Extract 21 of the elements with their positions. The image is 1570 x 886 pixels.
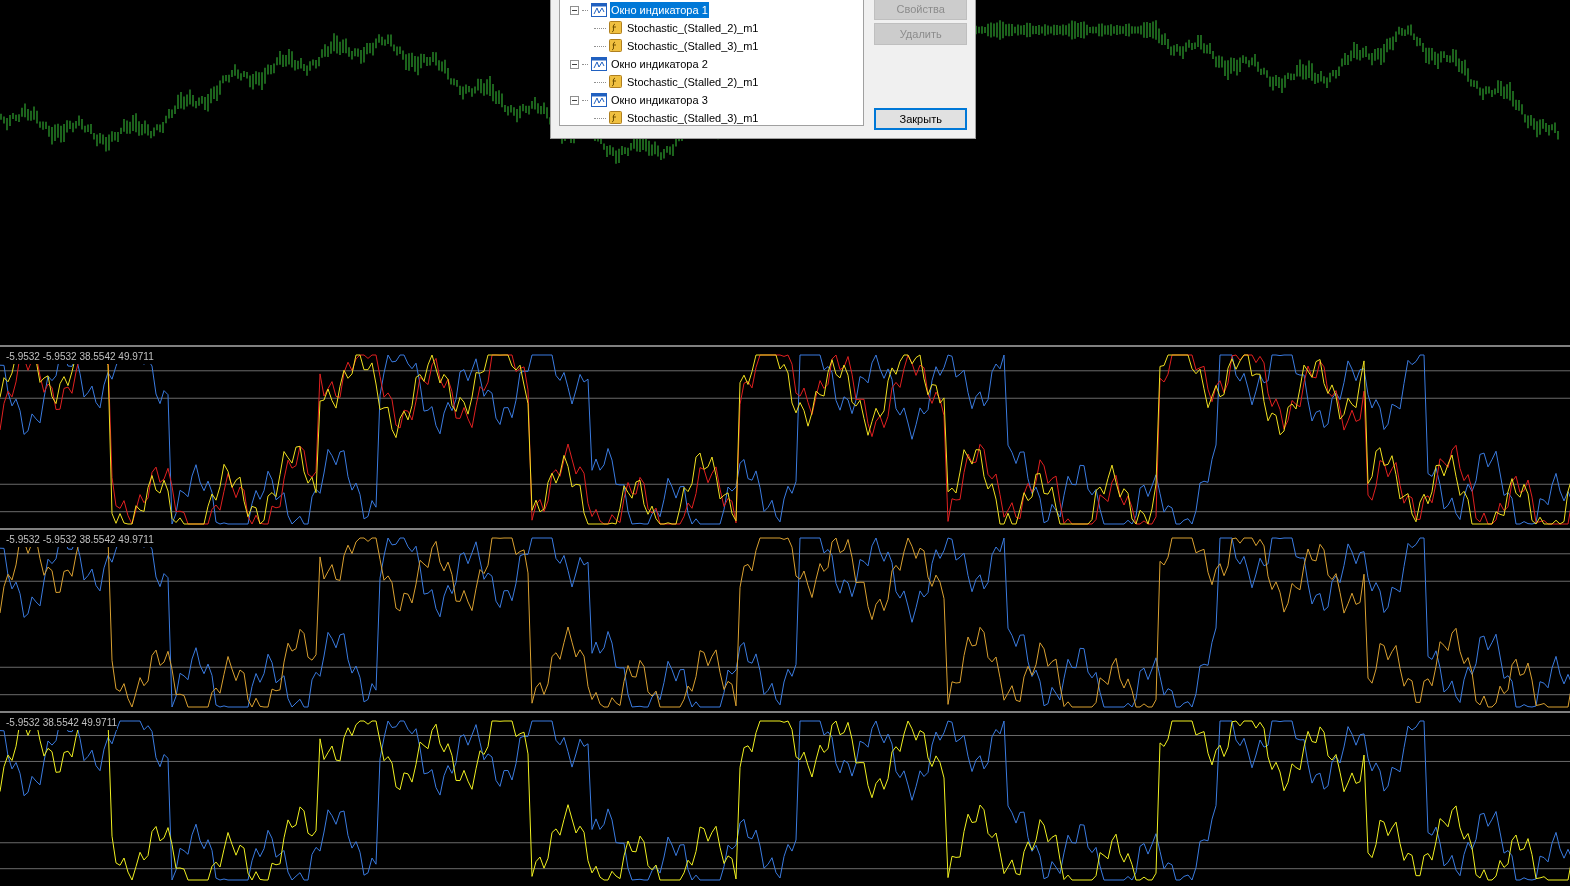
tree-item[interactable]: Stochastic_(Stalled_2)_m1 [626,19,760,37]
function-icon [609,75,623,89]
indicator-values: -5.9532 38.5542 49.9711 [6,715,118,730]
function-icon [609,111,623,125]
indicator-values: -5.9532 -5.9532 38.5542 49.9711 [6,532,154,547]
function-icon [609,39,623,53]
function-icon [609,21,623,35]
window-chart-icon [591,57,607,71]
collapse-icon[interactable] [570,95,579,105]
tree-item[interactable]: Stochastic_(Stalled_3)_m1 [626,109,760,127]
dialog-button[interactable]: Закрыть [874,108,967,130]
collapse-icon[interactable] [570,59,579,69]
tree-item[interactable]: Окно индикатора 1 [610,1,709,19]
collapse-icon[interactable] [570,5,579,15]
indicator-values: -5.9532 -5.9532 38.5542 49.9711 [6,349,154,364]
window-chart-icon [591,93,607,107]
window-chart-icon [591,3,607,17]
tree-item[interactable]: Stochastic_(Stalled_2)_m1 [626,73,760,91]
tree-item[interactable]: Окно индикатора 3 [610,91,709,109]
tree-item[interactable]: Stochastic_(Stalled_3)_m1 [626,37,760,55]
tree-item[interactable]: Окно индикатора 2 [610,55,709,73]
